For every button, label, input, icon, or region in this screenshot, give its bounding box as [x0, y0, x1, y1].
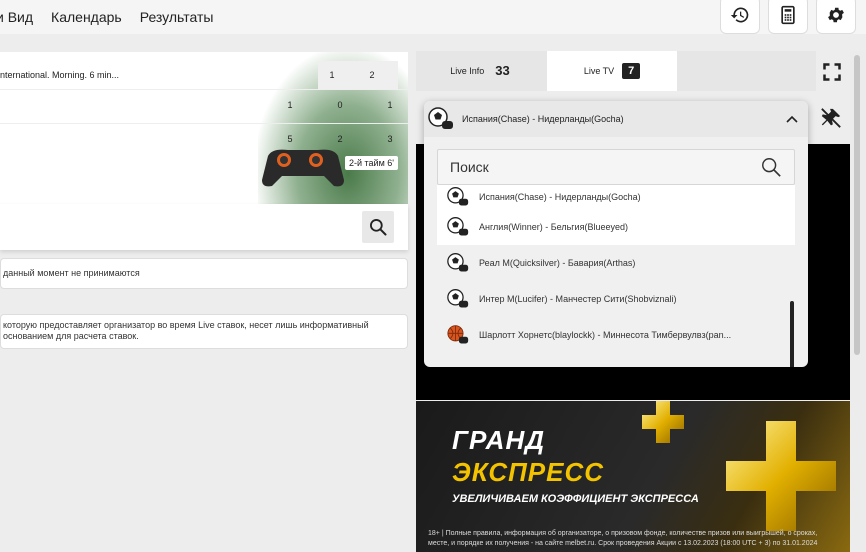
score-row: 5 2 3 [0, 123, 408, 153]
count-badge: 7 [622, 63, 641, 79]
gear-icon [828, 7, 844, 23]
game-card: nternational. Morning. 6 min... 1 2 1 0 … [0, 52, 408, 204]
score-cell: 2 [337, 133, 343, 144]
live-panel: Live Info 33 Live TV 7 Испания(Chase) - … [416, 51, 866, 552]
match-label: Реал М(Quicksilver) - Бавария(Arthas) [479, 258, 636, 268]
notice-text: данный момент не принимаются [3, 268, 140, 278]
soccer-gamepad-icon [447, 253, 469, 272]
banner-subtitle: УВЕЛИЧИВАЕМ КОЭФФИЦИЕНТ ЭКСПРЕССА [452, 493, 699, 505]
list-item[interactable]: Реал М(Quicksilver) - Бавария(Arthas) [437, 245, 795, 281]
soccer-gamepad-icon [447, 289, 469, 308]
count-badge: 33 [492, 63, 513, 79]
live-tabs: Live Info 33 Live TV 7 [416, 51, 816, 91]
soccer-gamepad-icon [447, 187, 469, 206]
basketball-gamepad-icon [447, 325, 469, 344]
notice-box: данный момент не принимаются [0, 258, 408, 289]
event-search-bar [0, 204, 408, 250]
tab-live-info[interactable]: Live Info 33 [416, 51, 547, 91]
tab-label: Live TV [583, 66, 615, 76]
banner-title-line2: ЭКСПРЕСС [452, 457, 605, 487]
match-label: Шарлотт Хорнетс(blaylockk) - Миннесота Т… [479, 330, 732, 340]
match-dropdown: Испания(Chase) - Нидерланды(Gocha) Поиск… [424, 101, 808, 367]
fullscreen-icon[interactable] [822, 62, 842, 82]
calculator-icon [781, 5, 795, 25]
plus-graphic [642, 401, 836, 531]
disclaimer-box: которую предоставляет организатор во вре… [0, 314, 408, 349]
unpin-icon[interactable] [820, 107, 842, 129]
page-scrollbar[interactable] [850, 51, 866, 552]
score-cell: 0 [337, 99, 343, 110]
dropdown-scrollbar[interactable] [790, 301, 794, 367]
banner-fine-print: 18+ | Полные правила, информация об орга… [428, 530, 818, 547]
promo-banner[interactable]: ГРАНД ЭКСПРЕСС УВЕЛИЧИВАЕМ КОЭФФИЦИЕНТ Э… [416, 401, 850, 552]
game-header-row: nternational. Morning. 6 min... 1 2 [0, 60, 408, 90]
tab-live-tv[interactable]: Live TV 7 [547, 51, 677, 91]
nav-item-results[interactable]: Результаты [140, 9, 214, 25]
score-row: 1 0 1 [0, 89, 408, 119]
settings-button[interactable] [816, 0, 856, 34]
history-button[interactable] [720, 0, 760, 34]
tab-label: Live Info [450, 66, 485, 76]
soccer-gamepad-icon [428, 107, 453, 129]
nav-item-calendar[interactable]: Календарь [51, 9, 122, 25]
search-button[interactable] [362, 211, 394, 243]
match-label: Англия(Winner) - Бельгия(Blueeyed) [479, 222, 628, 232]
search-placeholder: Поиск [450, 159, 489, 175]
nav-item-view[interactable]: и Вид [0, 9, 33, 25]
list-item[interactable]: Испания(Chase) - Нидерланды(Gocha) [437, 185, 795, 209]
search-icon[interactable] [760, 156, 782, 178]
match-list: Испания(Chase) - Нидерланды(Gocha) Англи… [437, 185, 795, 367]
dropdown-header[interactable]: Испания(Chase) - Нидерланды(Gocha) [424, 101, 808, 137]
disclaimer-line: основанием для расчета ставок. [3, 331, 139, 341]
soccer-gamepad-icon [447, 217, 469, 236]
chevron-up-icon[interactable] [786, 115, 798, 123]
period-badge: 2-й тайм 6' [345, 156, 398, 170]
score-cell: 1 [387, 99, 393, 110]
game-title[interactable]: nternational. Morning. 6 min... [0, 70, 119, 80]
score-cell: 3 [387, 133, 393, 144]
score-cell: 2 [346, 61, 398, 89]
score-cell: 1 [287, 99, 293, 110]
selected-match: Испания(Chase) - Нидерланды(Gocha) [462, 114, 624, 124]
match-label: Испания(Chase) - Нидерланды(Gocha) [479, 192, 641, 202]
top-bar: и Вид Календарь Результаты [0, 0, 866, 34]
banner-title-line1: ГРАНД [452, 425, 545, 455]
score-cell: 1 [318, 61, 346, 89]
score-cell: 5 [287, 133, 293, 144]
main-nav: и Вид Календарь Результаты [0, 9, 231, 25]
list-item[interactable]: Шарлотт Хорнетс(blaylockk) - Миннесота Т… [437, 317, 795, 353]
history-icon [730, 7, 749, 23]
match-label: Интер М(Lucifer) - Манчестер Сити(Shobvi… [479, 294, 677, 304]
disclaimer-line: которую предоставляет организатор во вре… [3, 320, 369, 330]
list-item[interactable]: Англия(Winner) - Бельгия(Blueeyed) [437, 209, 795, 245]
search-icon [370, 219, 387, 236]
list-item[interactable]: Интер М(Lucifer) - Манчестер Сити(Shobvi… [437, 281, 795, 317]
calculator-button[interactable] [768, 0, 808, 34]
match-search-input[interactable]: Поиск [437, 149, 795, 185]
scrollbar-thumb[interactable] [854, 55, 860, 355]
